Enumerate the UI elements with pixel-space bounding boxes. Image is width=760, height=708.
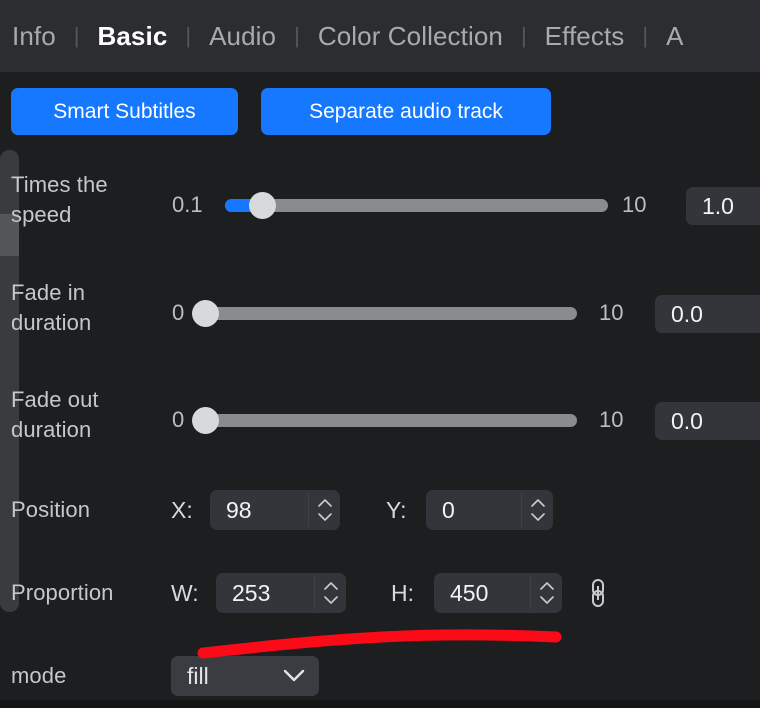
position-label: Position xyxy=(11,497,91,522)
fade-out-slider-min-label: 0 xyxy=(172,407,185,432)
chevron-down-icon[interactable] xyxy=(318,513,332,521)
chevron-down-icon[interactable] xyxy=(283,669,305,682)
tab-separator: | xyxy=(185,23,192,48)
row-fade-in-duration: Fade in duration 0 10 0.0 xyxy=(0,268,760,356)
fade-out-value-field[interactable]: 0.0 xyxy=(655,402,760,440)
fade-out-duration-label: Fade out duration xyxy=(11,387,99,442)
tab-info[interactable]: Info xyxy=(10,21,58,52)
position-y-value: 0 xyxy=(442,497,455,523)
position-y-stepper[interactable] xyxy=(521,493,553,527)
position-y-field[interactable]: 0 xyxy=(426,490,553,530)
tab-audio[interactable]: Audio xyxy=(207,21,278,52)
tab-animation-truncated[interactable]: A xyxy=(664,21,685,52)
fade-out-slider-thumb[interactable] xyxy=(192,407,219,434)
tab-color-collection[interactable]: Color Collection xyxy=(316,21,505,52)
fade-in-slider-thumb[interactable] xyxy=(192,300,219,327)
tab-separator: | xyxy=(642,23,649,48)
fade-in-slider-max-label: 10 xyxy=(599,300,624,325)
proportion-h-field[interactable]: 450 xyxy=(434,573,562,613)
fade-in-slider-min-label: 0 xyxy=(172,300,185,325)
speed-slider-min-label: 0.1 xyxy=(172,192,203,217)
row-position: Position X: 98 Y: 0 xyxy=(0,490,760,550)
speed-slider-thumb[interactable] xyxy=(249,192,276,219)
row-times-the-speed: Times the speed 0.1 10 1.0 xyxy=(0,160,760,248)
tab-effects[interactable]: Effects xyxy=(543,21,627,52)
mode-dropdown[interactable]: fill xyxy=(171,656,319,696)
action-button-row: Smart Subtitles Separate audio track xyxy=(0,88,760,138)
speed-slider-track[interactable] xyxy=(225,199,608,212)
tab-basic[interactable]: Basic xyxy=(96,21,170,52)
separate-audio-track-button[interactable]: Separate audio track xyxy=(261,88,551,135)
position-x-value: 98 xyxy=(226,497,252,523)
fade-out-slider-track[interactable] xyxy=(195,414,577,427)
tab-bar: Info | Basic | Audio | Color Collection … xyxy=(0,0,760,72)
tab-separator: | xyxy=(520,23,527,48)
fade-in-value-field[interactable]: 0.0 xyxy=(655,295,760,333)
row-mode: mode fill xyxy=(0,656,760,704)
proportion-w-label: W: xyxy=(171,580,199,606)
position-x-field[interactable]: 98 xyxy=(210,490,340,530)
row-fade-out-duration: Fade out duration 0 10 0.0 xyxy=(0,375,760,463)
position-y-label: Y: xyxy=(386,497,407,523)
mode-label: mode xyxy=(11,663,67,688)
chevron-up-icon[interactable] xyxy=(531,499,545,507)
chevron-down-icon[interactable] xyxy=(540,596,554,604)
proportion-h-stepper[interactable] xyxy=(530,576,562,610)
proportion-w-field[interactable]: 253 xyxy=(216,573,346,613)
row-proportion: Proportion W: 253 H: 450 xyxy=(0,573,760,633)
chevron-down-icon[interactable] xyxy=(531,513,545,521)
speed-value-field[interactable]: 1.0 xyxy=(686,187,760,225)
chevron-up-icon[interactable] xyxy=(540,582,554,590)
mode-dropdown-value: fill xyxy=(187,663,209,689)
chevron-down-icon[interactable] xyxy=(324,596,338,604)
proportion-w-stepper[interactable] xyxy=(314,576,346,610)
fade-in-slider-track[interactable] xyxy=(195,307,577,320)
fade-out-slider-max-label: 10 xyxy=(599,407,624,432)
tab-separator: | xyxy=(294,23,300,48)
chevron-up-icon[interactable] xyxy=(318,499,332,507)
proportion-label: Proportion xyxy=(11,580,114,605)
basic-properties-panel: Info | Basic | Audio | Color Collection … xyxy=(0,0,760,708)
position-x-stepper[interactable] xyxy=(308,493,340,527)
proportion-h-value: 450 xyxy=(450,580,489,606)
tab-separator: | xyxy=(73,23,80,48)
proportion-h-label: H: xyxy=(391,580,414,606)
fade-in-duration-label: Fade in duration xyxy=(11,280,92,335)
panel-bottom-edge xyxy=(0,700,760,708)
proportion-w-value: 253 xyxy=(232,580,271,606)
chevron-up-icon[interactable] xyxy=(324,582,338,590)
chain-link-icon[interactable] xyxy=(586,576,610,610)
smart-subtitles-button[interactable]: Smart Subtitles xyxy=(11,88,238,135)
position-x-label: X: xyxy=(171,497,193,523)
speed-slider-max-label: 10 xyxy=(622,192,647,217)
times-the-speed-label: Times the speed xyxy=(11,172,108,227)
